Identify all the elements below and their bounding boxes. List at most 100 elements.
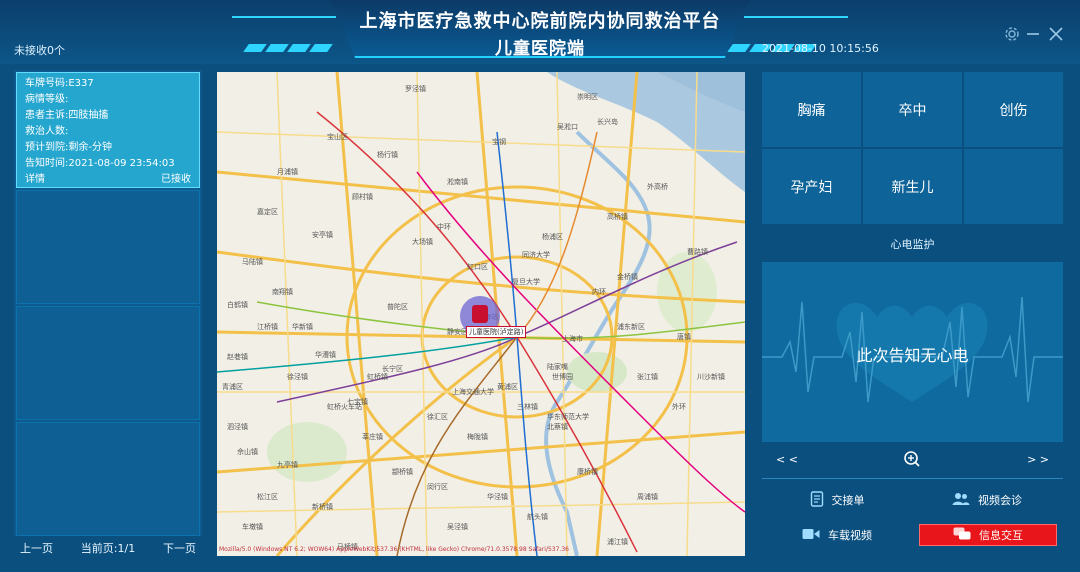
category-empty <box>964 149 1063 224</box>
map-place-label: 华东师范大学 <box>547 413 589 421</box>
vehicle-video-button[interactable]: 车载视频 <box>764 524 910 546</box>
map-place-label: 吴泾镇 <box>447 523 468 531</box>
minimize-icon[interactable] <box>1026 26 1040 46</box>
app-header: 上海市医疗急救中心院前院内协同救治平台 儿童医院端 未接收0个 2021-08-… <box>0 0 1080 64</box>
case-list-panel: 车牌号码:E337 病情等级: 患者主诉:四肢抽搐 救治人数: 预计到院:剩余-… <box>14 70 202 536</box>
next-page-button[interactable]: 下一页 <box>163 540 196 558</box>
map-place-label: 青浦区 <box>222 383 243 391</box>
settings-gear-icon[interactable] <box>1004 26 1020 46</box>
map-place-label: 闵行区 <box>427 483 448 491</box>
handover-form-button[interactable]: 交接单 <box>764 489 910 511</box>
case-card[interactable]: 车牌号码:E337 病情等级: 患者主诉:四肢抽搐 救治人数: 预计到院:剩余-… <box>16 72 200 188</box>
map-place-label: 月浦镇 <box>277 168 298 176</box>
video-consult-button[interactable]: 视频会诊 <box>914 489 1060 511</box>
unreceived-count: 未接收0个 <box>14 44 65 57</box>
map-place-label: 陆家嘴 <box>547 363 568 371</box>
map-place-label: 罗泾镇 <box>405 85 426 93</box>
info-chat-label: 信息交互 <box>979 529 1023 542</box>
map-place-label: 北蔡镇 <box>547 423 568 431</box>
map-place-label: 川沙新镇 <box>697 373 725 381</box>
current-datetime: 2021-08-10 10:15:56 <box>762 42 879 55</box>
map-place-label: 九亭镇 <box>277 461 298 469</box>
map-place-label: 新桥镇 <box>312 503 333 511</box>
ecg-monitor-panel: 此次告知无心电 <box>762 262 1063 442</box>
map-place-label: 泗泾镇 <box>227 423 248 431</box>
header-decoration-bars-left <box>243 44 333 52</box>
category-maternal[interactable]: 孕产妇 <box>762 149 861 224</box>
map-place-label: 外高桥 <box>647 183 668 191</box>
map-place-label: 安亭镇 <box>312 231 333 239</box>
patient-category-grid: 胸痛 卒中 创伤 孕产妇 新生儿 <box>762 72 1063 224</box>
map-place-label: 梅陇镇 <box>467 433 488 441</box>
category-stroke[interactable]: 卒中 <box>863 72 962 147</box>
header-decoration-left <box>232 16 336 18</box>
map-place-label: 华泾镇 <box>487 493 508 501</box>
ecg-prev-button[interactable]: < < <box>776 453 798 466</box>
handover-form-label: 交接单 <box>831 494 865 507</box>
zoom-in-icon[interactable] <box>903 450 921 471</box>
map-place-label: 吴淞口 <box>557 123 578 131</box>
map-place-label: 高桥镇 <box>607 213 628 221</box>
map-place-label: 华漕镇 <box>315 351 336 359</box>
map-place-label: 外环 <box>672 403 686 411</box>
map-place-label: 南翔镇 <box>272 288 293 296</box>
map-place-label: 华新镇 <box>292 323 313 331</box>
case-status-badge: 已接收 <box>161 174 191 185</box>
page-subtitle: 儿童医院端 <box>495 39 585 59</box>
category-newborn[interactable]: 新生儿 <box>863 149 962 224</box>
ecg-next-button[interactable]: > > <box>1027 453 1049 466</box>
map-place-label: 上海交通大学 <box>452 388 494 396</box>
map-place-label: 莘庄镇 <box>362 433 383 441</box>
category-chest-pain[interactable]: 胸痛 <box>762 72 861 147</box>
page-title: 上海市医疗急救中心院前院内协同救治平台 <box>359 11 721 32</box>
category-trauma[interactable]: 创伤 <box>964 72 1063 147</box>
video-consult-label: 视频会诊 <box>978 494 1022 507</box>
close-icon[interactable] <box>1048 26 1064 46</box>
map-place-label: 徐泾镇 <box>287 373 308 381</box>
current-page-indicator: 当前页:1/1 <box>80 542 136 555</box>
prev-page-button[interactable]: 上一页 <box>20 540 53 558</box>
map-place-label: 上海市 <box>562 335 583 343</box>
map-place-label: 黄浦区 <box>497 383 518 391</box>
city-map[interactable]: 罗泾镇 宝山区 月浦镇 杨行镇 顾村镇 淞南镇 嘉定区 安亭镇 马陆镇 南翔镇 江桥镇 华漕镇 普陀区 长… <box>217 72 745 556</box>
map-place-label: 杨浦区 <box>542 233 563 241</box>
map-place-label: 张江镇 <box>637 373 658 381</box>
case-eta: 预计到院:剩余-分钟 <box>25 142 112 153</box>
map-place-label: 虹桥镇 <box>367 373 388 381</box>
map-place-label: 杨行镇 <box>377 151 398 159</box>
map-place-label: 嘉定区 <box>257 208 278 216</box>
map-user-agent-text: Mozilla/5.0 (Windows NT 6.2; WOW64) Appl… <box>219 546 569 553</box>
map-place-label: 宝钢 <box>492 138 506 146</box>
map-place-label: 普陀区 <box>387 303 408 311</box>
info-chat-button[interactable]: 信息交互 <box>919 524 1057 546</box>
map-place-label: 同济大学 <box>522 251 550 259</box>
case-slot-empty <box>16 190 200 304</box>
ecg-navigation: < < > > <box>762 448 1063 472</box>
map-place-label: 马陆镇 <box>242 258 263 266</box>
chat-bubble-icon <box>953 527 971 544</box>
map-place-label: 徐汇区 <box>427 413 448 421</box>
map-place-label: 车墩镇 <box>242 523 263 531</box>
map-place-label: 唐镇 <box>677 333 691 341</box>
map-place-label: 三林镇 <box>517 403 538 411</box>
map-place-label: 内环 <box>592 288 606 296</box>
case-patient-count: 救治人数: <box>25 126 69 137</box>
map-place-label: 松江区 <box>257 493 278 501</box>
map-place-label: 康桥镇 <box>577 468 598 476</box>
map-place-label: 金桥镇 <box>617 273 638 281</box>
case-complaint: 患者主诉:四肢抽搐 <box>25 110 109 121</box>
map-place-label: 虹桥火车站 <box>327 403 362 411</box>
case-slot-empty <box>16 422 200 536</box>
map-place-label: 曹路镇 <box>687 248 708 256</box>
case-detail-link[interactable]: 详情 <box>25 172 45 188</box>
case-notify-time: 告知时间:2021-08-09 23:54:03 <box>25 158 175 169</box>
people-icon <box>952 492 970 509</box>
map-place-label: 江桥镇 <box>257 323 278 331</box>
ecg-monitor-title: 心电监护 <box>890 238 935 251</box>
video-camera-icon <box>802 528 820 543</box>
case-severity: 病情等级: <box>25 94 69 105</box>
map-place-label: 宝山区 <box>327 133 348 141</box>
divider <box>762 478 1063 479</box>
map-place-label: 浦东新区 <box>617 323 645 331</box>
map-place-label: 大场镇 <box>412 238 433 246</box>
